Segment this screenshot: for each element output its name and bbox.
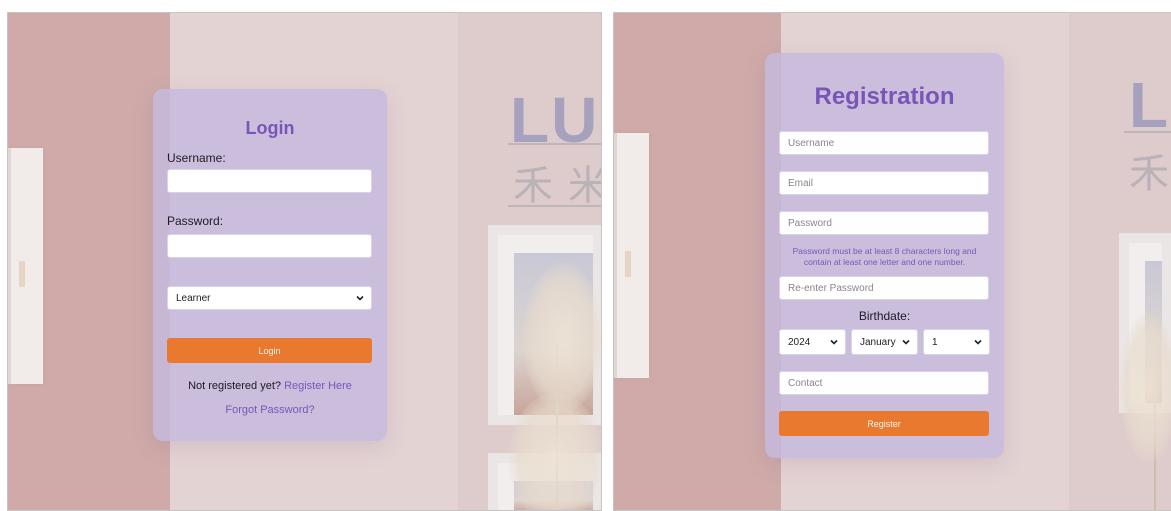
birth-day-value: 1 — [932, 336, 938, 348]
poster-text: LUN — [510, 84, 601, 156]
chevron-down-icon — [830, 339, 838, 345]
login-title: Login — [245, 118, 295, 138]
poster-cjk-text: 禾 — [513, 163, 553, 209]
registration-card: Registration Password must be at least 8… — [765, 53, 1004, 458]
password-input[interactable] — [779, 211, 989, 235]
chevron-down-icon — [902, 339, 910, 345]
chevron-down-icon — [356, 295, 364, 301]
register-prompt: Not registered yet? Register Here — [153, 380, 387, 392]
birth-month-value: January — [860, 336, 896, 348]
birth-year-value: 2024 — [788, 336, 811, 348]
username-label: Username: — [167, 151, 226, 165]
pampas-grass — [1119, 313, 1171, 463]
not-registered-text: Not registered yet? — [188, 380, 281, 392]
reenter-password-input[interactable] — [779, 276, 989, 300]
role-select[interactable]: Learner — [167, 286, 372, 310]
username-input[interactable] — [167, 169, 372, 193]
username-input[interactable] — [779, 131, 989, 155]
chevron-down-icon — [974, 339, 982, 345]
password-hint: Password must be at least 8 characters l… — [792, 246, 977, 267]
forgot-password-link[interactable]: Forgot Password? — [153, 404, 387, 416]
wall-frame — [614, 133, 649, 378]
login-card: Login Username: Password: Learner Login … — [153, 89, 387, 441]
birth-day-select[interactable]: 1 — [923, 329, 990, 355]
wall-frame — [8, 148, 43, 384]
email-input[interactable] — [779, 171, 989, 195]
register-here-link[interactable]: Register Here — [284, 380, 352, 392]
login-screenshot-panel: LUN 禾 米 Login Username: Password: Learne… — [7, 12, 602, 511]
birth-year-select[interactable]: 2024 — [779, 329, 846, 355]
contact-input[interactable] — [779, 371, 989, 395]
password-input[interactable] — [167, 234, 372, 258]
password-label: Password: — [167, 214, 224, 228]
role-select-value: Learner — [176, 292, 211, 304]
birth-month-select[interactable]: January — [851, 329, 918, 355]
registration-screenshot-panel: LUN 禾 Registration Password must be at l… — [613, 12, 1171, 511]
login-button[interactable]: Login — [167, 338, 372, 363]
poster-cjk-text-2: 米 — [568, 153, 601, 211]
register-button[interactable]: Register — [779, 411, 989, 436]
birthdate-label: Birthdate: — [858, 309, 911, 323]
pampas-grass — [523, 263, 601, 413]
poster-cjk-text: 禾 — [1129, 151, 1169, 197]
registration-title: Registration — [814, 83, 955, 110]
